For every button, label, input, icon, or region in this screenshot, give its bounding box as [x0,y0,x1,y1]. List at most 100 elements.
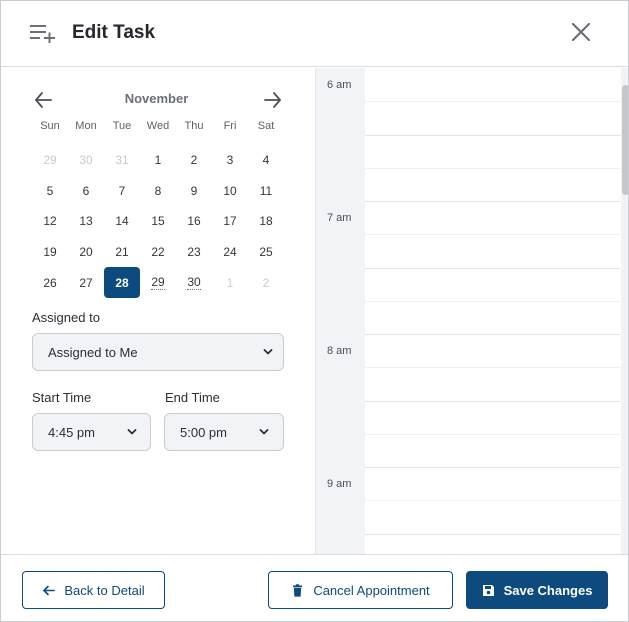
calendar-day-number: 2 [262,275,270,290]
back-to-detail-label: Back to Detail [64,582,145,598]
time-slot-line [365,367,621,369]
calendar-day-number: 22 [151,245,165,260]
calendar-day-number: 29 [43,153,57,168]
chevron-down-icon [263,349,273,355]
calendar-day-number: 18 [259,214,273,229]
assigned-to-label: Assigned to [32,310,100,325]
calendar-day[interactable]: 5 [32,176,68,207]
calendar-day-number: 11 [259,183,273,198]
calendar-day-number: 30 [79,153,93,168]
hour-label: 6 am [327,79,352,91]
task-form-panel: November Sun Mon Tue Wed Thu Fri Sat 29 3… [1,68,314,554]
save-changes-button[interactable]: Save Changes [466,571,608,609]
time-slot-line [365,400,621,402]
calendar-day-number: 1 [154,153,162,168]
calendar-day[interactable]: 6 [68,176,104,207]
edit-task-dialog: Edit Task November Sun Mon Tue Wed Thu F… [0,0,629,622]
month-navigation: November [1,68,314,128]
calendar-day[interactable]: 7 [104,176,140,207]
time-slot-line [365,500,621,502]
calendar-day-number: 9 [190,183,198,198]
calendar-day[interactable]: 23 [176,237,212,268]
cancel-appointment-button[interactable]: Cancel Appointment [268,571,453,609]
calendar-day[interactable]: 2 [176,145,212,176]
calendar-day-number: 30 [187,274,201,290]
calendar-day-number: 26 [43,275,57,290]
arrow-right-icon[interactable] [261,90,283,110]
calendar-day[interactable]: 30 [68,145,104,176]
calendar-day[interactable]: 10 [212,176,248,207]
calendar-day[interactable]: 27 [68,267,104,298]
calendar-day[interactable]: 17 [212,206,248,237]
end-time-value: 5:00 pm [180,425,227,440]
weekday-label: Sun [40,120,60,132]
calendar-day[interactable]: 11 [248,176,284,207]
dialog-header: Edit Task [1,1,628,67]
calendar-grid: 29 30 31 1 2 3 4 5 6 7 8 9 10 11 12 13 14 15 16 17 18 19 20 21 2… [32,145,284,298]
calendar-day[interactable]: 9 [176,176,212,207]
save-icon [482,584,494,596]
calendar-day[interactable]: 3 [212,145,248,176]
save-changes-label: Save Changes [503,582,593,598]
calendar-day[interactable]: 2 [248,267,284,298]
calendar-day[interactable]: 31 [104,145,140,176]
chevron-down-icon [127,429,137,435]
day-schedule[interactable]: 6 am 7 am 8 am 9 am [315,68,628,554]
weekday-label: Tue [112,120,132,132]
back-to-detail-button[interactable]: Back to Detail [22,571,165,609]
close-icon[interactable] [570,21,592,43]
calendar-day-number: 10 [223,183,237,198]
end-time-select[interactable]: 5:00 pm [164,413,284,451]
chevron-down-icon [259,429,269,435]
calendar-day-number: 15 [151,214,165,229]
start-time-select[interactable]: 4:45 pm [32,413,151,451]
calendar-day[interactable]: 14 [104,206,140,237]
hour-label: 9 am [327,478,352,490]
calendar-day-number: 1 [226,275,234,290]
schedule-scrollbar-thumb[interactable] [622,85,628,195]
calendar-day[interactable]: 29 [32,145,68,176]
cancel-appointment-label: Cancel Appointment [313,582,430,598]
hour-label: 7 am [327,212,352,224]
calendar-day[interactable]: 19 [32,237,68,268]
calendar-week-row: 5 6 7 8 9 10 11 [32,176,284,207]
calendar-day-number: 23 [187,245,201,260]
calendar-day[interactable]: 24 [212,237,248,268]
time-slot-line [365,234,621,236]
calendar-day[interactable]: 13 [68,206,104,237]
time-slot-line [365,201,628,202]
calendar-day[interactable]: 1 [212,267,248,298]
calendar-day-number: 29 [151,274,165,290]
calendar-day[interactable]: 26 [32,267,68,298]
calendar-day[interactable]: 21 [104,237,140,268]
weekday-label: Sat [257,120,275,132]
calendar-day-number: 16 [187,214,201,229]
dialog-footer: Back to Detail Cancel Appointment Save C… [1,554,628,622]
calendar-day-number: 13 [79,214,93,229]
calendar-day[interactable]: 22 [140,237,176,268]
calendar-day[interactable]: 12 [32,206,68,237]
calendar-day[interactable]: 16 [176,206,212,237]
time-slot-line [365,467,628,468]
calendar-day-number: 8 [154,183,162,198]
calendar-day[interactable]: 20 [68,237,104,268]
assigned-to-select[interactable]: Assigned to Me [32,333,284,371]
calendar-week-row: 26 27 28 29 30 1 2 [32,267,284,298]
start-time-value: 4:45 pm [48,425,95,440]
calendar-day[interactable]: 29 [140,267,176,298]
calendar-day-selected[interactable]: 28 [104,267,140,298]
calendar-day-number: 2 [190,153,198,168]
calendar-day[interactable]: 8 [140,176,176,207]
calendar-day[interactable]: 4 [248,145,284,176]
assigned-to-value: Assigned to Me [48,345,138,360]
time-slot-line [365,167,621,169]
calendar-day-number: 19 [43,245,57,260]
calendar-day[interactable]: 1 [140,145,176,176]
calendar-day[interactable]: 30 [176,267,212,298]
calendar-day[interactable]: 18 [248,206,284,237]
calendar-day-number: 20 [79,245,93,260]
calendar-day[interactable]: 25 [248,237,284,268]
start-time-label: Start Time [32,390,92,405]
arrow-left-icon [43,585,56,595]
calendar-day[interactable]: 15 [140,206,176,237]
